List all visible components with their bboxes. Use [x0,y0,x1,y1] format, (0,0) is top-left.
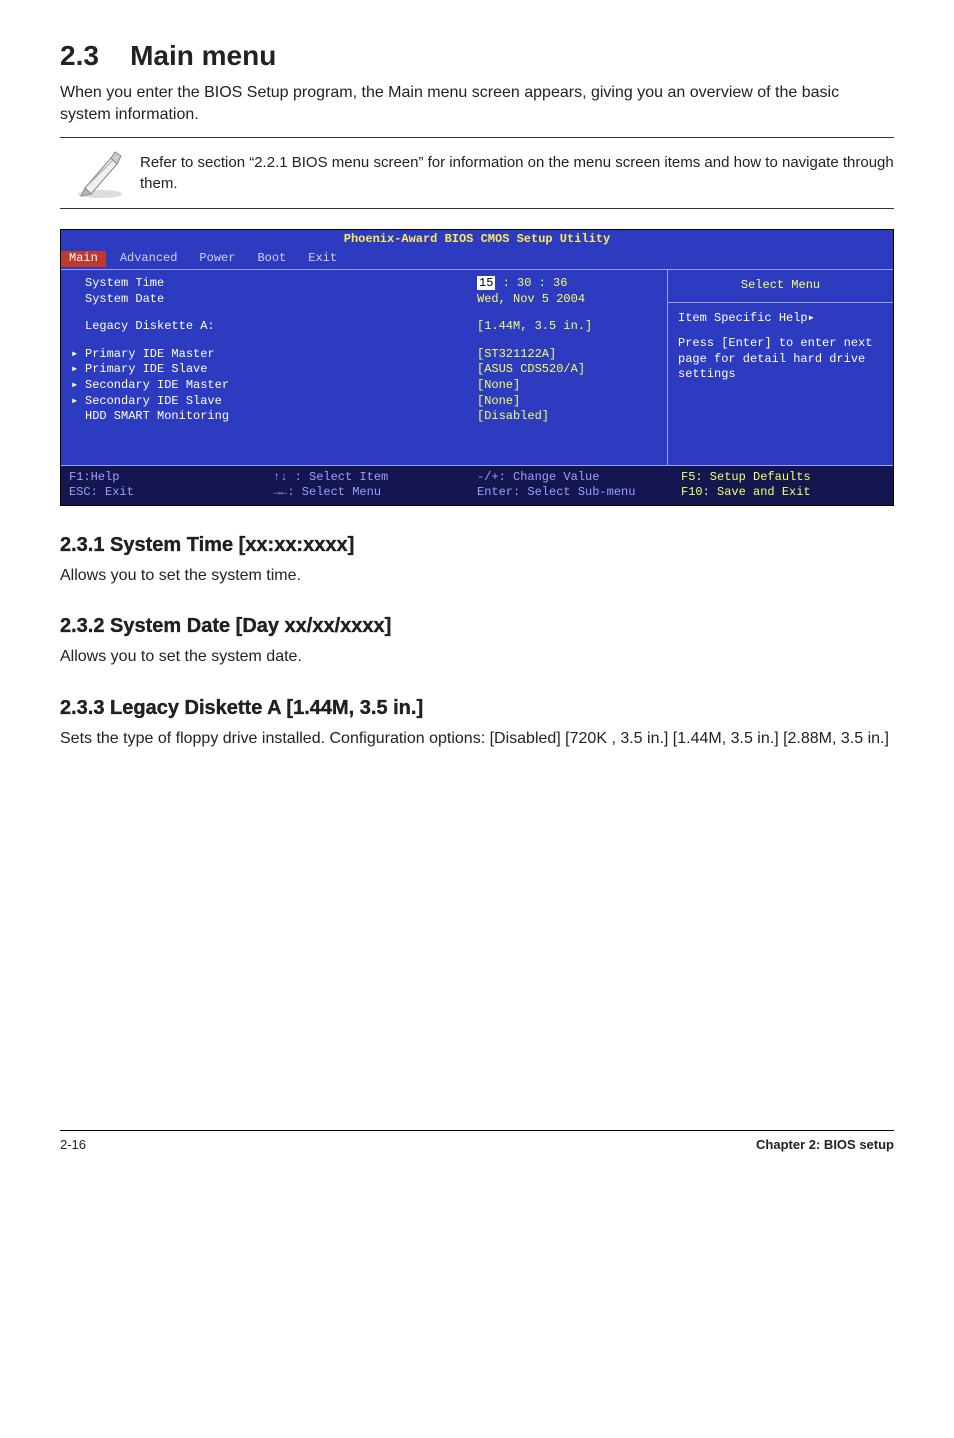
triangle-right-icon: ▸ [71,394,85,410]
bios-menu-bar: Main Advanced Power Boot Exit [61,249,893,269]
bios-setting-row[interactable]: Legacy Diskette A: [1.44M, 3.5 in.] [71,319,657,335]
bios-setting-row[interactable]: ▸Primary IDE Slave [ASUS CDS520/A] [71,362,657,378]
foot-enter: Enter: Select Sub-menu [477,485,635,499]
bios-setting-value: [1.44M, 3.5 in.] [477,319,657,335]
triangle-right-icon: ▸ [71,362,85,378]
bios-setting-label: HDD SMART Monitoring [85,409,229,423]
bios-setting-label: Secondary IDE Master [85,378,229,392]
bios-help-title: Select Menu [668,270,893,303]
triangle-right-icon: ▸ [71,347,85,363]
subsection-body: Sets the type of floppy drive installed.… [60,728,894,750]
chapter-label: Chapter 2: BIOS setup [756,1137,894,1152]
section-intro: When you enter the BIOS Setup program, t… [60,82,894,127]
bios-setting-label: Primary IDE Master [85,347,215,361]
bios-screenshot: Phoenix-Award BIOS CMOS Setup Utility Ma… [60,229,894,506]
section-number: 2.3 [60,40,99,71]
bios-date-value[interactable]: Wed, Nov 5 2004 [477,292,657,308]
foot-exit: ESC: Exit [69,485,134,499]
triangle-right-icon: ▸ [71,378,85,394]
bios-help-body: Press [Enter] to enter next page for det… [678,336,883,383]
bios-help-subtitle: Item Specific Help [678,311,808,325]
foot-select-item: ↑↓ : Select Item [273,470,388,484]
subsection-heading: 2.3.1 System Time [xx:xx:xxxx] [60,534,894,557]
bios-setting-row[interactable]: ▸Secondary IDE Slave [None] [71,394,657,410]
triangle-right-icon: ▸ [808,311,815,325]
subsection-heading: 2.3.3 Legacy Diskette A [1.44M, 3.5 in.] [60,697,894,720]
bios-menu-boot[interactable]: Boot [257,251,286,267]
bios-setting-label: Primary IDE Slave [85,362,207,376]
bios-time-label: System Time [85,276,164,290]
foot-defaults: F5: Setup Defaults [681,470,811,484]
bios-setting-value: [None] [477,378,657,394]
bios-setting-value: [ASUS CDS520/A] [477,362,657,378]
subsection-heading: 2.3.2 System Date [Day xx/xx/xxxx] [60,615,894,638]
subsection-body: Allows you to set the system date. [60,646,894,668]
bios-setting-row[interactable]: HDD SMART Monitoring [Disabled] [71,409,657,425]
section-heading: 2.3 Main menu [60,40,894,72]
foot-save: F10: Save and Exit [681,485,811,499]
page-number: 2-16 [60,1137,86,1152]
section-title: Main menu [130,40,276,71]
bios-setting-row[interactable]: ▸Primary IDE Master [ST321122A] [71,347,657,363]
bios-date-label: System Date [85,292,164,306]
page-footer: 2-16 Chapter 2: BIOS setup [60,1130,894,1152]
bios-setting-value: [None] [477,394,657,410]
bios-time-value[interactable]: 15 : 30 : 36 [477,276,657,292]
bios-setting-value: [ST321122A] [477,347,657,363]
foot-change: -/+: Change Value [477,470,599,484]
note-text: Refer to section “2.2.1 BIOS menu screen… [140,152,894,194]
foot-help: F1:Help [69,470,119,484]
note-block: Refer to section “2.2.1 BIOS menu screen… [60,137,894,209]
bios-setting-value: [Disabled] [477,409,657,425]
bios-title: Phoenix-Award BIOS CMOS Setup Utility [61,230,893,250]
bios-setting-label: Legacy Diskette A: [85,319,215,333]
bios-setting-label: Secondary IDE Slave [85,394,222,408]
bios-menu-power[interactable]: Power [199,251,235,267]
subsection-body: Allows you to set the system time. [60,565,894,587]
foot-select-menu: →←: Select Menu [273,485,381,499]
bios-main-panel: System Time 15 : 30 : 36 System Date Wed… [61,270,667,465]
note-icon [60,146,140,200]
bios-menu-main[interactable]: Main [61,251,106,267]
bios-setting-row[interactable]: ▸Secondary IDE Master [None] [71,378,657,394]
bios-menu-advanced[interactable]: Advanced [120,251,178,267]
bios-footer: F1:Help ESC: Exit ↑↓ : Select Item →←: S… [61,465,893,505]
bios-help-panel: Select Menu Item Specific Help▸ Press [E… [667,270,893,465]
bios-menu-exit[interactable]: Exit [308,251,337,267]
